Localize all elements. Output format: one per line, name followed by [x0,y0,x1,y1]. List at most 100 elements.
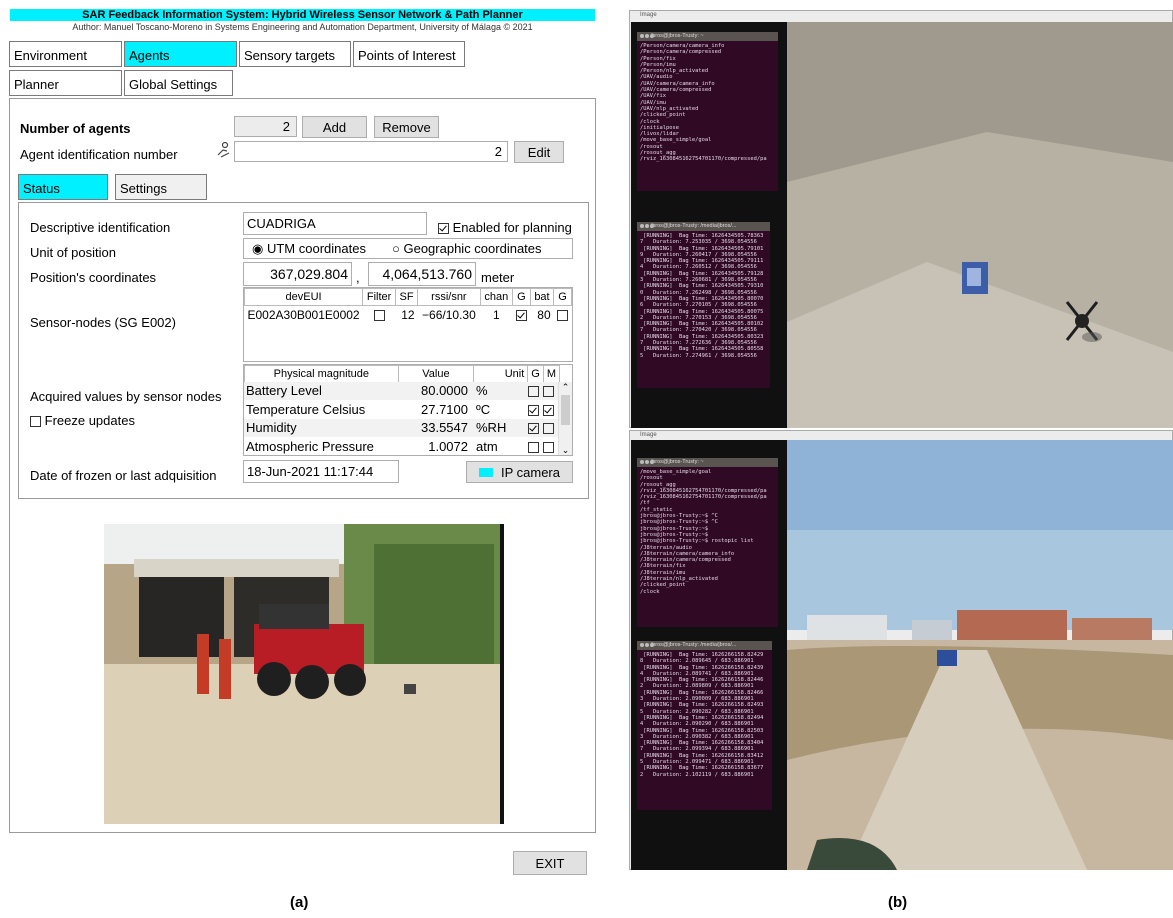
table-row[interactable]: Battery Level 80.0000% [244,382,560,400]
table-row[interactable]: Humidity 33.5547 %RH [244,419,560,437]
utm-radio[interactable]: ◉ UTM coordinates [252,241,366,257]
terminal-top2: [RUNNING] Bag Time: 1626434505.78363 7 Du… [637,231,770,388]
table-row[interactable]: Temperature Celsius 27.7100 ºC [244,401,560,419]
coordinate-separator: , [356,270,360,285]
table-row[interactable]: Atmospheric Pressure 1.0072 atm [244,438,560,456]
exit-button[interactable]: EXIT [513,851,587,875]
scroll-up-icon[interactable]: ⌃ [559,382,572,393]
enabled-for-planning-checkbox[interactable]: Enabled for planning [438,220,572,235]
table-row[interactable]: E002A30B001E0002 12 −66/10.30 1 80 [245,306,572,325]
tab-planner[interactable]: Planner [9,70,122,96]
tab-status[interactable]: Status [18,174,108,200]
tab-settings[interactable]: Settings [115,174,207,200]
number-of-agents-value: 2 [282,119,290,134]
enabled-check-icon [438,223,449,235]
freeze-updates-checkbox[interactable]: Freeze updates [30,413,135,428]
tab-global-settings[interactable]: Global Settings [124,70,233,96]
filter-checkbox[interactable] [373,310,385,322]
date-field[interactable]: 18-Jun-2021 11:17:44 [243,460,399,483]
col-m[interactable]: M [542,365,561,383]
g-checkbox[interactable] [528,441,539,453]
caption-a: (a) [290,894,309,911]
col-g[interactable]: G [527,365,544,383]
position-coordinates-label: Position's coordinates [30,270,157,285]
terminal-line: [RUNNING] Bag Time: 1626434505.79310 [640,283,764,290]
terminal-line: [RUNNING] Bag Time: 1626266158.82503 [640,727,764,734]
freeze-check-icon [30,416,41,428]
scroll-thumb[interactable] [561,395,570,425]
g-checkbox[interactable] [528,423,539,434]
col-unit[interactable]: Unit [473,365,529,383]
terminal-bottom2-title: jbros@jbros-Trusty: /media/jbros/... [651,642,737,648]
col-chan[interactable]: chan [479,288,514,306]
m-checkbox[interactable] [543,441,554,453]
radio-empty-icon: ○ [392,241,400,256]
descriptive-id-field[interactable]: CUADRIGA [243,212,427,235]
terminal-line: [RUNNING] Bag Time: 1626266158.82493 [640,702,764,709]
terminal-line: 7 Duration: 7.253035 / 3698.054556 [640,239,757,246]
terminal-top: /Person/camera/camera_info/Person/camera… [637,41,778,191]
g-checkbox[interactable] [557,310,569,322]
acquired-values-label: Acquired values by sensor nodes [30,389,222,404]
col-deveui[interactable]: devEUI [244,288,364,306]
cell-chan: 1 [492,308,500,322]
descriptive-id-label: Descriptive identification [30,220,171,235]
unit-of-position-label: Unit of position [30,245,116,260]
m-checkbox[interactable] [543,386,554,397]
add-agent-button[interactable]: Add [302,116,367,138]
col-sf[interactable]: SF [395,288,419,306]
col-bat[interactable]: bat [529,288,555,306]
m-checkbox[interactable] [543,423,554,434]
remove-agent-button[interactable]: Remove [374,116,439,138]
terminal-top2-titlebar: jbros@jbros-Trusty: /media/jbros/... [637,222,770,231]
cell-rssi: −66/10.30 [422,308,476,322]
coordinate-x-field[interactable]: 367,029.804 [243,262,352,286]
scroll-down-icon[interactable]: ⌄ [559,445,572,455]
agent-icon [214,141,232,159]
agent-id-value: 2 [494,144,502,159]
tab-sensory-targets[interactable]: Sensory targets [239,41,351,67]
terminal-line: 4 Duration: 2.090290 / 683.886901 [640,721,754,728]
cell-deveui: E002A30B001E0002 [247,308,360,322]
col-filter[interactable]: Filter [362,288,397,306]
col-rssi[interactable]: rssi/snr [417,288,481,306]
sensor-nodes-table[interactable]: devEUI Filter SF rssi/snr chan G bat G E… [243,287,573,362]
terminal-line: /rviz_1630845162754701170/compressed/pa [640,156,767,163]
tab-points-of-interest[interactable]: Points of Interest [353,41,465,67]
cell-unit: atm [476,438,498,454]
coordinate-y-field[interactable]: 4,064,513.760 [368,262,476,286]
terminal-line: 7 Duration: 2.099394 / 683.886901 [640,746,754,753]
date-label: Date of frozen or last adquisition [30,468,217,483]
cell-unit: %RH [476,420,507,435]
app-title: SAR Feedback Information System: Hybrid … [82,9,523,21]
acquired-values-table[interactable]: Physical magnitude Value Unit G M Batter… [243,364,573,456]
terminal-line: [RUNNING] Bag Time: 1626434505.80075 [640,308,764,315]
ip-camera-image [104,524,504,824]
ip-camera-indicator [478,467,493,477]
geographic-radio[interactable]: ○ Geographic coordinates [392,241,542,256]
col-g2[interactable]: G [553,288,572,306]
descriptive-id-value: CUADRIGA [247,216,316,231]
ip-camera-button[interactable]: IP camera [466,461,573,483]
m-checkbox[interactable] [543,404,554,416]
number-of-agents-field[interactable]: 2 [234,116,297,137]
scrollbar[interactable]: ⌃ ⌄ [558,382,572,455]
g-checkbox[interactable] [515,310,527,322]
g-checkbox[interactable] [528,386,539,397]
g-checkbox[interactable] [528,404,539,416]
col-g1[interactable]: G [512,288,531,306]
col-value[interactable]: Value [397,365,475,383]
cell-bat: 80 [537,308,551,322]
terminal-line: /clock [640,588,660,595]
tab-environment[interactable]: Environment [9,41,122,67]
app-title-bar: SAR Feedback Information System: Hybrid … [10,9,595,21]
terminal-line: 5 Duration: 7.274961 / 3698.054556 [640,352,757,359]
tab-agents[interactable]: Agents [124,41,237,67]
edit-agent-button[interactable]: Edit [514,141,564,163]
agent-id-field[interactable]: 2 [234,141,508,162]
col-physical-magnitude[interactable]: Physical magnitude [244,365,399,383]
terminal-line: /rviz_1630845162754701170/compressed/pa [640,494,767,501]
terminal-line: 2 Duration: 2.089809 / 683.886901 [640,683,754,690]
cell-value: 1.0072 [428,438,468,454]
terminal-top-titlebar: jbros@jbros-Trusty: ~ [637,32,778,41]
